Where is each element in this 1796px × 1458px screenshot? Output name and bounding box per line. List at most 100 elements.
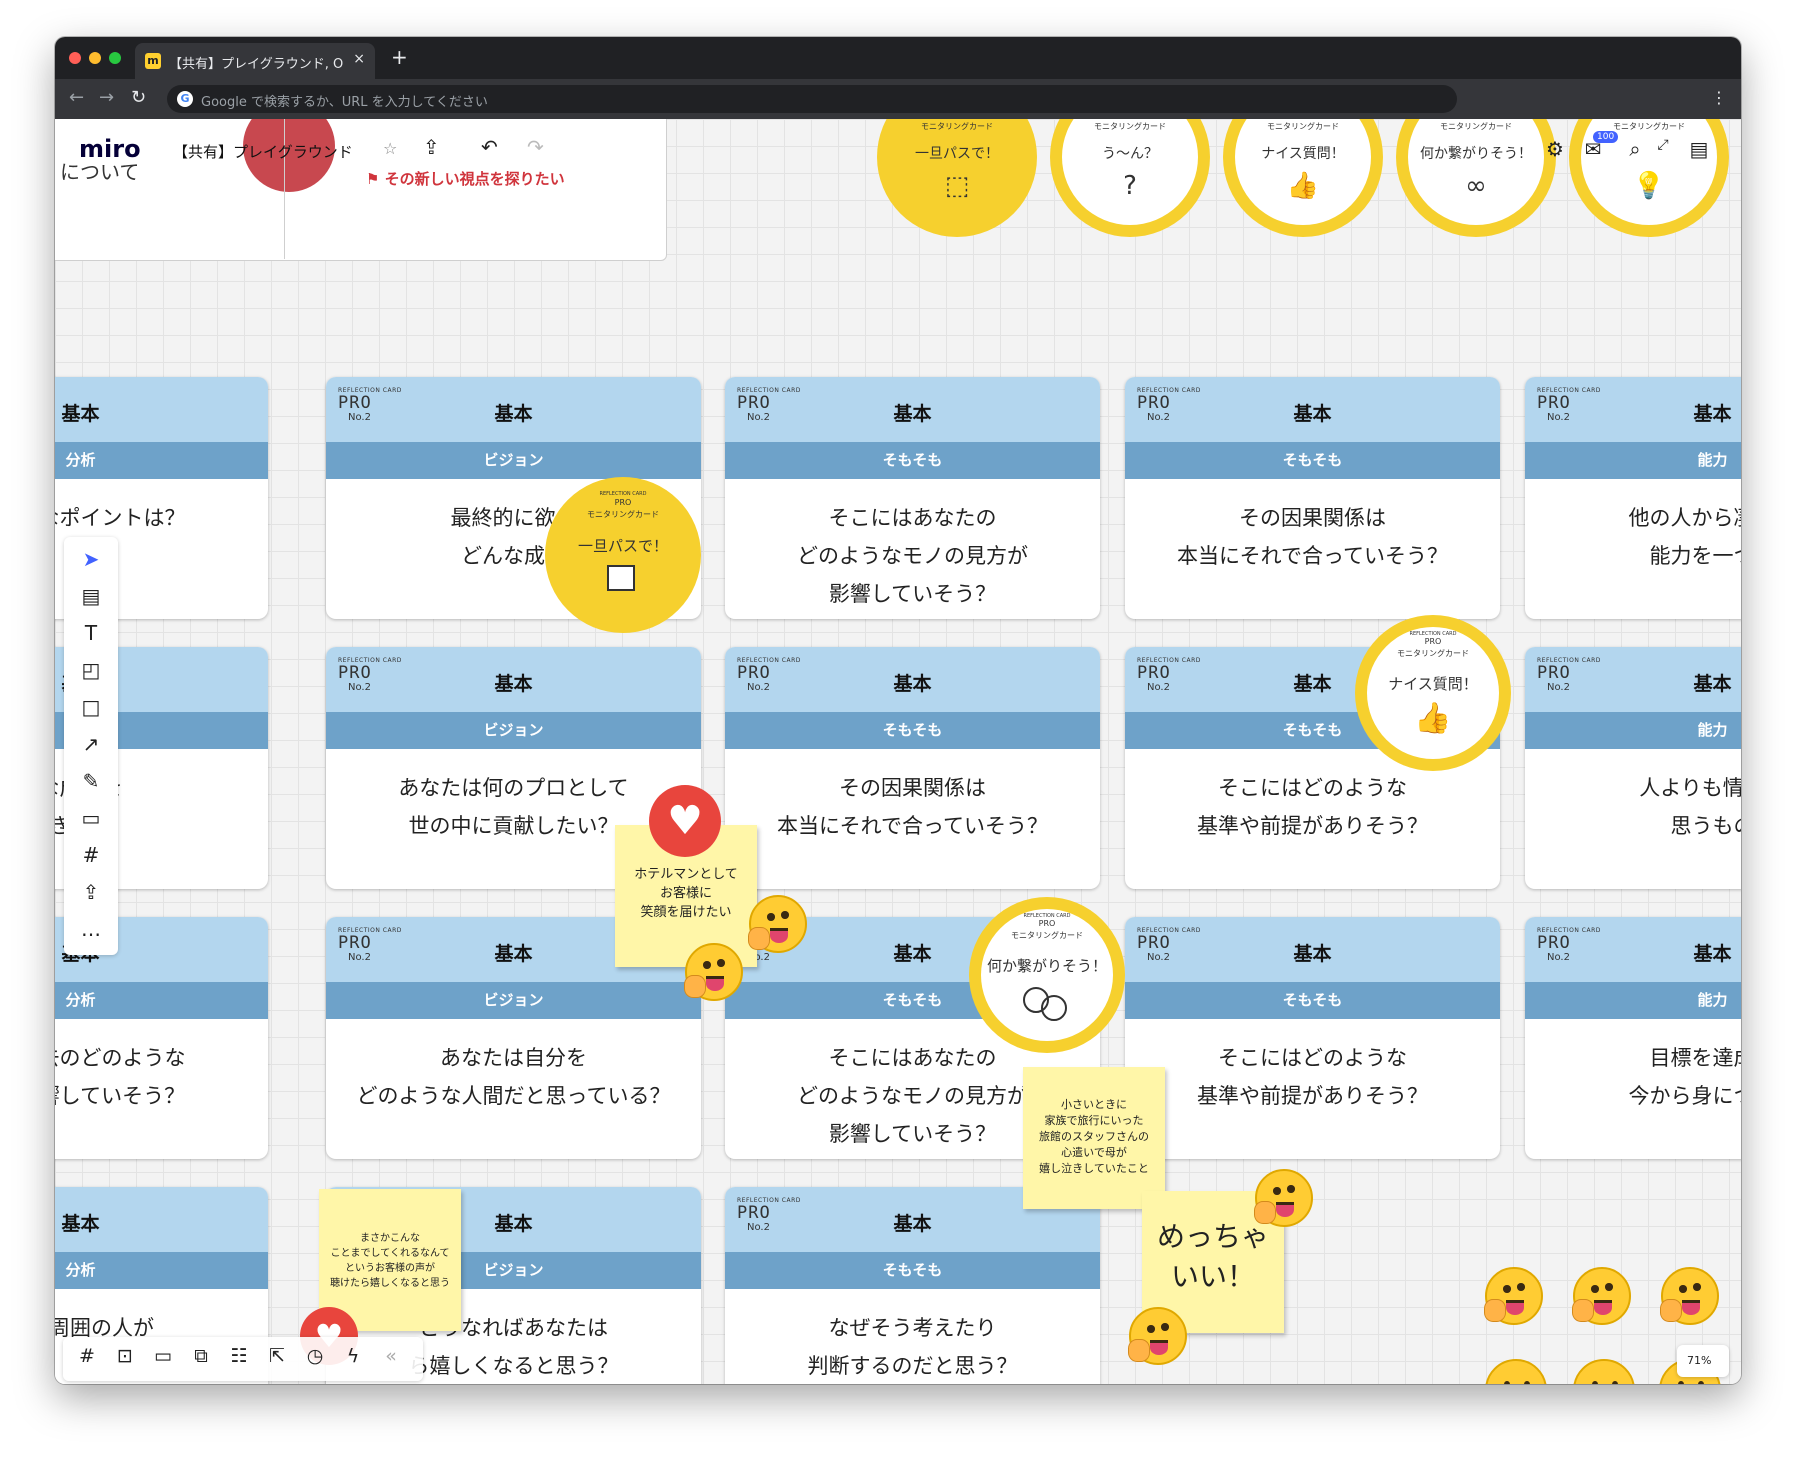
flag-icon: ⚑	[366, 170, 385, 188]
box-icon: ⬚	[944, 171, 970, 201]
card-question: そこにはあなたの どのようなモノの見方が 影響していそう？	[797, 506, 1028, 606]
lightbulb-icon: 💡	[1632, 171, 1666, 201]
present-icon[interactable]: ⊡	[107, 1345, 143, 1367]
card-category: そもそも	[725, 712, 1100, 749]
minimize-window-button[interactable]	[89, 52, 101, 64]
question-icon: ?	[1123, 171, 1137, 201]
expand-icon[interactable]: ⤢	[1653, 137, 1673, 153]
monitoring-card-connect[interactable]: REFLECTION CARD PRO モニタリングカード 何か繋がりそう！	[969, 897, 1125, 1053]
monitoring-label: モニタリングカード	[1267, 122, 1339, 131]
reflection-card[interactable]: REFLECTION CARD PRO No.2 基本 そもそも なぜそう考えたり 判断す…	[725, 1187, 1100, 1384]
monitoring-card-pass[interactable]: REFLECTION CARD PRO モニタリングカード 一旦パスで！	[545, 477, 701, 633]
card-level: 基本	[893, 403, 932, 425]
monitoring-card-top[interactable]: モニタリングカード ナイス質問！ 👍	[1223, 119, 1383, 237]
comment-icon[interactable]: ▭	[145, 1345, 181, 1367]
share-icon[interactable]: ⇱	[259, 1345, 295, 1367]
heart-reaction-icon[interactable]: ♥	[649, 785, 721, 857]
back-icon[interactable]: ←	[69, 87, 84, 108]
zany-face-emoji-icon[interactable]	[747, 895, 807, 953]
text-icon[interactable]: T	[73, 621, 109, 645]
neutral-face-emoji-icon[interactable]	[1485, 1359, 1547, 1384]
card-level: 基本	[893, 1213, 932, 1235]
miro-logo[interactable]: miro	[79, 135, 141, 163]
pen-icon[interactable]: ✎	[73, 769, 109, 793]
zany-face-emoji-icon[interactable]	[1483, 1267, 1543, 1325]
zoom-indicator[interactable]: 71%	[1677, 1345, 1729, 1377]
card-question: 目標を達成す 今から身につけた	[1628, 1046, 1742, 1108]
reflection-card[interactable]: REFLECTION CARD PRO No.2 基本 そもそも その因果関係は 本当にそ…	[1125, 377, 1500, 619]
reflection-card[interactable]: REFLECTION CARDPRONo.2基本そもそもそこにはあなたの どのよ…	[725, 377, 1100, 619]
reflection-card[interactable]: REFLECTION CARD PRO No.2 基本 そもそも その因果関係は 本当にそ…	[725, 647, 1100, 889]
close-window-button[interactable]	[69, 52, 81, 64]
sticky-note[interactable]: 小さいときに 家族で旅行にいった 旅館のスタッフさんの 心遣いで母が 嬉し泣きし…	[1023, 1067, 1165, 1209]
monitoring-card-top[interactable]: モニタリングカード 一旦パスで！ ⬚	[877, 119, 1037, 237]
forward-icon[interactable]: →	[99, 87, 114, 108]
cards-icon[interactable]: ⧉	[183, 1345, 219, 1367]
reflection-card[interactable]: REFLECTION CARDPRONo.2基本能力他の人から凄い！ 能力を一つ…	[1525, 377, 1741, 619]
redo-icon[interactable]: ↷	[527, 135, 544, 159]
browser-tab[interactable]: m 【共有】プレイグラウンド, Online ×	[135, 43, 375, 79]
neutral-face-emoji-icon[interactable]	[1573, 1359, 1635, 1384]
thumbs-up-icon: 👍	[1414, 701, 1452, 736]
monitoring-text: 何か繋がりそう！	[986, 957, 1107, 975]
zany-face-emoji-icon[interactable]	[1571, 1267, 1631, 1325]
export-icon[interactable]: ⇪	[423, 135, 440, 159]
search-icon[interactable]: ⌕	[1623, 137, 1647, 161]
new-tab-button[interactable]: +	[391, 45, 408, 69]
browser-menu-icon[interactable]: ⋮	[1711, 88, 1727, 107]
upload-icon[interactable]: ⇪	[73, 880, 109, 904]
card-level: 基本	[893, 673, 932, 695]
card-level: 基本	[1693, 403, 1732, 425]
maximize-window-button[interactable]	[109, 52, 121, 64]
card-level: 基本	[1293, 943, 1332, 965]
zany-face-emoji-icon[interactable]	[1127, 1307, 1187, 1365]
frame-icon[interactable]: #	[69, 1345, 105, 1367]
star-icon[interactable]: ☆	[383, 139, 397, 158]
arrow-icon[interactable]: ↗	[73, 732, 109, 756]
comment-icon[interactable]: ▭	[73, 806, 109, 830]
zany-face-emoji-icon[interactable]	[683, 943, 743, 1001]
frame-flag-text: ⚑ その新しい視点を探りたい	[366, 170, 565, 188]
shape-icon[interactable]: □	[73, 695, 109, 719]
reflection-card[interactable]: REFLECTION CARDPRONo.2基本能力目標を達成す 今から身につけ…	[1525, 917, 1741, 1159]
card-level: 基本	[61, 1213, 100, 1235]
card-category: そもそも	[725, 442, 1100, 479]
card-question: その因果関係は 本当にそれで合っていそう？	[1177, 506, 1448, 568]
circles-icon-b	[1041, 995, 1067, 1021]
tab-close-icon[interactable]: ×	[353, 51, 365, 67]
address-bar[interactable]: G Google で検索するか、URL を入力してください	[167, 85, 1457, 113]
miro-board-canvas[interactable]: について ⚑ その新しい視点を探りたい モニタリングカード 一旦パスで！ ⬚ モニタリ…	[55, 119, 1741, 1384]
monitoring-text: ナイス質問！	[1388, 675, 1478, 693]
monitoring-card-top[interactable]: モニタリングカード 何か繋がりそう！ ∞	[1396, 119, 1556, 237]
monitoring-card-nice[interactable]: REFLECTION CARD PRO モニタリングカード ナイス質問！ 👍	[1355, 615, 1511, 771]
cursor-icon[interactable]: ➤	[73, 547, 109, 571]
timer-icon[interactable]: ◷	[297, 1345, 333, 1367]
board-name[interactable]: 【共有】プレイグラウンド	[173, 141, 353, 162]
zany-face-emoji-icon[interactable]	[1659, 1267, 1719, 1325]
card-question: 人よりも情熱を 思うもの	[1639, 776, 1741, 838]
undo-icon[interactable]: ↶	[481, 135, 498, 159]
monitoring-label: モニタリングカード	[1094, 122, 1166, 131]
template-icon[interactable]: ▤	[73, 584, 109, 608]
settings-sliders-icon[interactable]: ⚙	[1543, 137, 1567, 161]
lightning-icon[interactable]: ϟ	[335, 1345, 371, 1367]
zany-face-emoji-icon[interactable]	[1253, 1169, 1313, 1227]
reflection-card[interactable]: REFLECTION CARDPRONo.2基本能力人よりも情熱を 思うもの	[1525, 647, 1741, 889]
monitoring-label: モニタリングカード	[1011, 931, 1083, 940]
monitoring-card-top[interactable]: モニタリングカード う〜ん？?	[1050, 119, 1210, 237]
sticky-note-icon[interactable]: ◰	[73, 658, 109, 682]
notes-icon[interactable]: ▤	[1687, 137, 1711, 161]
card-category: ビジョン	[326, 712, 701, 749]
monitoring-label: モニタリングカード	[921, 122, 993, 131]
board-header-panel: miro 【共有】プレイグラウンド ☆ ⇪ ↶ ↷	[67, 127, 607, 169]
reload-icon[interactable]: ↻	[131, 87, 146, 108]
frame-icon[interactable]: #	[73, 843, 109, 867]
more-icon[interactable]: …	[73, 917, 109, 941]
circles-icon: ∞	[1465, 171, 1487, 201]
card-question: なぜそう考えたり 判断するのだと思う？	[807, 1316, 1018, 1378]
notification-count-badge: 100	[1593, 131, 1619, 143]
collapse-icon[interactable]: «	[373, 1345, 409, 1367]
reflection-card[interactable]: REFLECTION CARD PRO No.2 基本 そもそも そこにはどのような 基準…	[1125, 917, 1500, 1159]
card-category: 能力	[1525, 442, 1741, 479]
kanban-icon[interactable]: ☷	[221, 1345, 257, 1367]
